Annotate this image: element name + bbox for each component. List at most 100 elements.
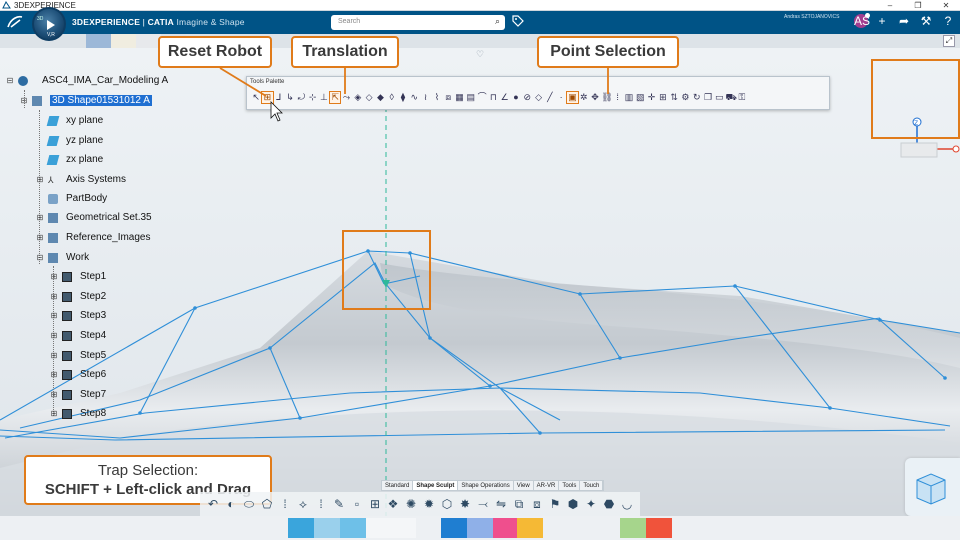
grid-icon[interactable]: ⊞ bbox=[658, 92, 668, 103]
cube-icon[interactable]: ⬢ bbox=[566, 497, 580, 511]
maximize-button[interactable]: ❐ bbox=[904, 0, 932, 11]
tab-standard[interactable]: Standard bbox=[382, 481, 414, 490]
tab-view[interactable]: View bbox=[514, 481, 534, 490]
color-chip[interactable] bbox=[517, 518, 543, 538]
line-icon[interactable]: ╱ bbox=[545, 92, 555, 103]
grid-icon[interactable]: ▦ bbox=[454, 92, 464, 103]
sort-icon[interactable]: ⇅ bbox=[669, 92, 679, 103]
collapse-icon[interactable]: ⊟ bbox=[6, 76, 14, 85]
tree-item-geometrical-set[interactable]: ⊞ Geometrical Set.35 bbox=[36, 212, 152, 223]
translation-icon[interactable]: ⇱ bbox=[329, 91, 342, 104]
shape-icon[interactable]: ⬠ bbox=[260, 497, 274, 511]
undo-icon[interactable]: ↶ bbox=[206, 497, 220, 511]
close-button[interactable]: ✕ bbox=[932, 0, 960, 11]
sphere-icon[interactable]: ● bbox=[511, 92, 521, 103]
tree-item-step[interactable]: ⊞ Step1 bbox=[50, 271, 107, 282]
refresh-icon[interactable]: ↻ bbox=[692, 92, 702, 103]
tree-item-step[interactable]: ⊞ Step7 bbox=[50, 389, 107, 400]
color-chip[interactable] bbox=[288, 518, 314, 538]
lock-icon[interactable]: ⚿ bbox=[737, 92, 747, 103]
expand-icon[interactable]: ⤢ bbox=[943, 35, 955, 47]
wand-icon[interactable]: ✦ bbox=[584, 497, 598, 511]
surface-icon[interactable]: ◈ bbox=[353, 92, 363, 103]
sync-icon[interactable]: ✲ bbox=[579, 92, 589, 103]
sphere-icon[interactable]: ◐ bbox=[224, 497, 238, 511]
grid-icon[interactable]: ▤ bbox=[466, 92, 476, 103]
chain-icon[interactable]: ⛓ bbox=[601, 92, 612, 103]
car-icon[interactable]: ⛟ bbox=[725, 92, 736, 103]
surface-icon[interactable]: ◇ bbox=[364, 92, 374, 103]
plane-icon[interactable]: ⊥ bbox=[319, 92, 329, 103]
settings-icon[interactable]: ⚙ bbox=[680, 92, 690, 103]
tree-item-reference-images[interactable]: ⊞ Reference_Images bbox=[36, 232, 151, 243]
plus-icon[interactable]: + bbox=[874, 14, 890, 28]
color-chip[interactable] bbox=[493, 518, 517, 538]
surface-icon[interactable]: ◆ bbox=[375, 92, 385, 103]
angle-icon[interactable]: ∠ bbox=[500, 92, 510, 103]
shell-icon[interactable]: ⬣ bbox=[602, 497, 616, 511]
dot-icon[interactable]: · bbox=[556, 92, 566, 103]
expand-icon[interactable]: ⊞ bbox=[36, 175, 44, 184]
bend-icon[interactable]: ⤳ bbox=[341, 92, 351, 103]
cross-icon[interactable]: ✥ bbox=[590, 92, 600, 103]
wing-icon[interactable]: ⤙ bbox=[476, 497, 490, 512]
color-chip[interactable] bbox=[366, 518, 416, 538]
dassault-logo-icon[interactable] bbox=[6, 14, 24, 33]
tree-item-yz-plane[interactable]: yz plane bbox=[36, 135, 103, 146]
tools-palette[interactable]: Tools Palette ↖ ⊞ ⅃ ↳ ⤾ ⊹ ⊥ ⇱ ⤳ ◈ ◇ ◆ ◊ … bbox=[246, 76, 830, 110]
copy-icon[interactable]: ❐ bbox=[703, 92, 713, 103]
grid-icon[interactable]: ⊞ bbox=[368, 497, 382, 511]
tree-item-step[interactable]: ⊞ Step5 bbox=[50, 350, 107, 361]
tree-item-step[interactable]: ⊞ Step6 bbox=[50, 369, 107, 380]
box-icon[interactable]: ⧉ bbox=[512, 497, 526, 512]
tree-item-xy-plane[interactable]: xy plane bbox=[36, 115, 103, 126]
tree-item-step[interactable]: ⊞ Step2 bbox=[50, 291, 107, 302]
table-icon[interactable]: ▧ bbox=[635, 92, 645, 103]
rotate-icon[interactable]: ⤾ bbox=[296, 92, 306, 103]
tab-touch[interactable]: Touch bbox=[580, 481, 604, 490]
tree-item-step[interactable]: ⊞ Step3 bbox=[50, 310, 107, 321]
table-icon[interactable]: ▥ bbox=[624, 92, 634, 103]
tab-ar-vr[interactable]: AR-VR bbox=[534, 481, 560, 490]
tab-tools[interactable]: Tools bbox=[559, 481, 581, 490]
tree-item-step[interactable]: ⊞ Step8 bbox=[50, 408, 107, 419]
surface-icon[interactable]: ⧫ bbox=[398, 92, 408, 103]
subdivision-icon[interactable]: ✺ bbox=[404, 497, 418, 511]
tree-item-zx-plane[interactable]: zx plane bbox=[36, 154, 103, 165]
mirror-icon[interactable]: ⇋ bbox=[494, 497, 508, 511]
color-chip[interactable] bbox=[467, 518, 493, 538]
curve-icon[interactable]: ⌇ bbox=[432, 92, 442, 103]
expand-icon[interactable]: ⊞ bbox=[36, 213, 44, 222]
tree-item-partbody[interactable]: PartBody bbox=[36, 193, 107, 204]
tree-item-work[interactable]: ⊟ Work bbox=[36, 252, 90, 263]
color-chip[interactable] bbox=[441, 518, 467, 538]
flag-icon[interactable]: ⚑ bbox=[548, 497, 562, 511]
reset-robot-icon[interactable]: ⊞ bbox=[261, 91, 274, 104]
color-chip[interactable] bbox=[340, 518, 366, 538]
curve-icon[interactable]: ≀ bbox=[420, 92, 430, 103]
tab-shape-sculpt[interactable]: Shape Sculpt bbox=[413, 481, 459, 490]
sculpt-icon[interactable]: ⟡ bbox=[296, 497, 310, 512]
color-chip[interactable] bbox=[620, 518, 646, 538]
search-icon[interactable]: ⌕ bbox=[495, 16, 500, 27]
subdivision-icon[interactable]: ⬡ bbox=[440, 497, 454, 511]
color-chip[interactable] bbox=[314, 518, 340, 538]
point-selection-icon[interactable]: ▣ bbox=[566, 91, 579, 104]
subdivision-icon[interactable]: ❖ bbox=[386, 497, 400, 511]
help-icon[interactable]: ? bbox=[940, 14, 956, 28]
share-icon[interactable]: ➦ bbox=[896, 14, 912, 28]
tools-icon[interactable]: ⚒ bbox=[918, 14, 934, 28]
tag-icon[interactable] bbox=[512, 15, 524, 30]
tree-node-shape[interactable]: ⊟ 3D Shape01531012 A bbox=[20, 95, 152, 106]
collapse-icon[interactable]: ⊟ bbox=[36, 253, 44, 262]
surface-icon[interactable]: ◊ bbox=[387, 92, 397, 103]
search-input[interactable]: Search ⌕ bbox=[331, 15, 505, 30]
user-avatar[interactable]: AS bbox=[854, 13, 870, 28]
shell-icon[interactable]: ⊓ bbox=[488, 92, 498, 103]
sweep-icon[interactable]: ⌒ bbox=[477, 92, 487, 103]
tab-shape-operations[interactable]: Shape Operations bbox=[458, 481, 514, 490]
tree-root[interactable]: ⊟ ASC4_IMA_Car_Modeling A bbox=[6, 75, 169, 86]
layers-icon[interactable]: ⧈ bbox=[530, 497, 544, 512]
compass-widget[interactable]: 3D V,R bbox=[32, 7, 66, 41]
expand-icon[interactable]: ⊞ bbox=[36, 233, 44, 242]
